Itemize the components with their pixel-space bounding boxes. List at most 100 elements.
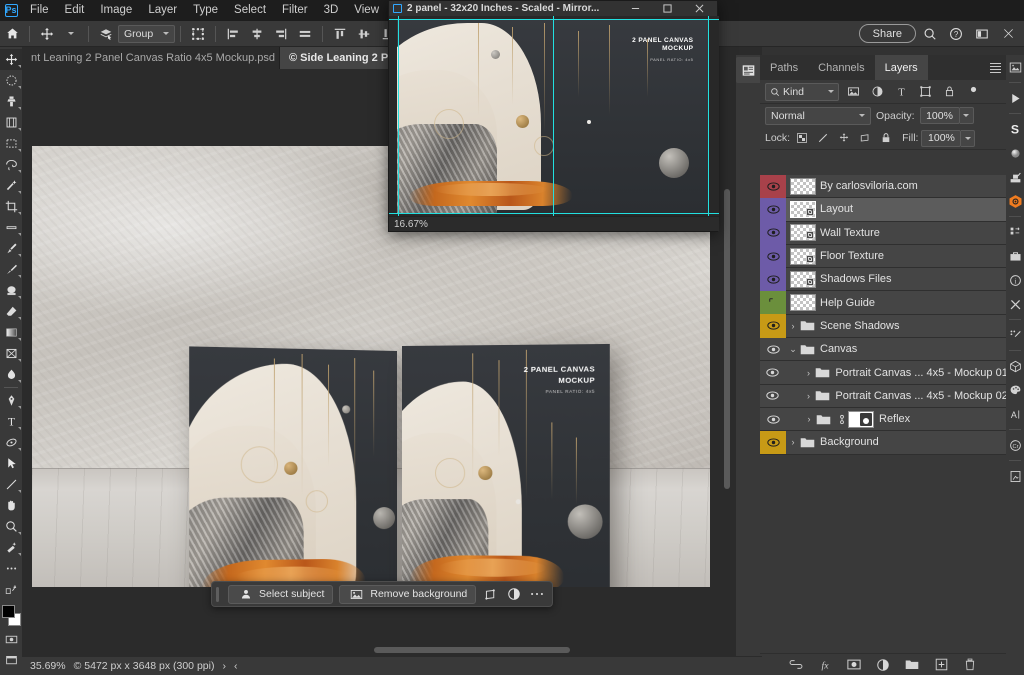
toolkit-icon[interactable] bbox=[1006, 244, 1024, 268]
layer-name[interactable]: Floor Texture bbox=[820, 250, 884, 262]
actions-play-icon[interactable] bbox=[1006, 86, 1024, 110]
lock-transparent-pixels-icon[interactable] bbox=[793, 129, 811, 147]
eraser-tool[interactable] bbox=[0, 301, 22, 322]
horizontal-type-tool[interactable]: T bbox=[0, 411, 22, 432]
drag-handle[interactable] bbox=[216, 586, 219, 602]
delete-layer-icon[interactable] bbox=[962, 657, 978, 673]
layer-name[interactable]: Layout bbox=[820, 203, 853, 215]
menu-file[interactable]: File bbox=[22, 0, 57, 21]
frame-tool[interactable] bbox=[0, 112, 22, 133]
scrollbar-thumb[interactable] bbox=[374, 647, 570, 653]
libraries-icon[interactable] bbox=[1006, 55, 1024, 79]
floating-window-canvas[interactable]: 2 PANEL CANVAS MOCKUP PANEL RATIO: 4x5 bbox=[389, 16, 719, 218]
status-next-arrow-icon[interactable]: › bbox=[222, 660, 226, 672]
sphere-3d-icon[interactable] bbox=[1006, 141, 1024, 165]
color-swatches[interactable] bbox=[0, 603, 22, 629]
tab-layers[interactable]: Layers bbox=[874, 55, 928, 80]
auto-select-dropdown[interactable]: Group bbox=[118, 24, 176, 43]
stamp-tool[interactable] bbox=[0, 280, 22, 301]
layer-row[interactable]: › Background bbox=[760, 430, 1006, 455]
layer-row[interactable]: ⌄ Canvas bbox=[760, 338, 1006, 362]
filter-smartobject-icon[interactable] bbox=[939, 82, 959, 102]
expand-group-chevron-icon[interactable]: › bbox=[802, 391, 816, 401]
tools-icon[interactable] bbox=[1006, 292, 1024, 316]
3d-cube-icon[interactable] bbox=[1006, 354, 1024, 378]
move-tool-icon[interactable] bbox=[35, 23, 59, 45]
minimize-icon[interactable] bbox=[619, 1, 651, 16]
rotate-view-tool[interactable] bbox=[0, 579, 22, 600]
menu-view[interactable]: View bbox=[346, 0, 387, 21]
expand-group-chevron-icon[interactable]: › bbox=[802, 368, 816, 378]
layer-row[interactable]: Floor Texture bbox=[760, 244, 1006, 269]
layer-name[interactable]: Reflex bbox=[879, 413, 910, 425]
canvas-panel-right[interactable]: 2 PANEL CANVAS MOCKUP PANEL RATIO: 4x5 bbox=[402, 343, 610, 587]
layer-visibility-toggle[interactable] bbox=[760, 361, 786, 384]
align-horizontal-centers-icon[interactable] bbox=[245, 23, 269, 45]
layer-visibility-toggle[interactable] bbox=[760, 267, 786, 291]
window-close-icon[interactable] bbox=[996, 22, 1020, 46]
new-layer-icon[interactable] bbox=[933, 657, 949, 673]
filter-pixel-icon[interactable] bbox=[843, 82, 863, 102]
menu-3d[interactable]: 3D bbox=[316, 0, 347, 21]
clone-stamp-tool[interactable] bbox=[0, 91, 22, 112]
canvas-horizontal-scrollbar[interactable] bbox=[22, 645, 722, 655]
layer-row[interactable]: By carlosviloria.com bbox=[760, 175, 1006, 199]
foreground-color-swatch[interactable] bbox=[2, 605, 15, 618]
menu-type[interactable]: Type bbox=[185, 0, 226, 21]
canvas-vertical-scrollbar[interactable] bbox=[722, 69, 733, 645]
layer-visibility-toggle[interactable] bbox=[760, 175, 786, 198]
select-subject-button[interactable]: Select subject bbox=[228, 584, 334, 604]
zoom-level[interactable]: 35.69% bbox=[30, 660, 66, 672]
edit-toolbar-icon[interactable] bbox=[0, 558, 22, 579]
screen-mode-icon[interactable] bbox=[0, 650, 22, 671]
layer-visibility-toggle[interactable] bbox=[760, 197, 786, 222]
layer-visibility-toggle[interactable] bbox=[760, 221, 786, 245]
layer-thumbnail[interactable] bbox=[786, 198, 820, 221]
direct-selection-tool[interactable] bbox=[0, 453, 22, 474]
brush-tool-2[interactable] bbox=[0, 259, 22, 280]
path-selection-tool[interactable] bbox=[0, 432, 22, 453]
expand-group-chevron-icon[interactable]: › bbox=[786, 321, 800, 331]
remove-background-button[interactable]: Remove background bbox=[339, 584, 477, 604]
layer-visibility-toggle[interactable] bbox=[760, 430, 786, 455]
link-layers-icon[interactable] bbox=[788, 657, 804, 673]
layer-name[interactable]: Portrait Canvas ... 4x5 - Mockup 02 bbox=[835, 390, 1006, 402]
guide-vertical[interactable] bbox=[398, 16, 399, 218]
floating-window-title-bar[interactable]: 2 panel - 32x20 Inches - Scaled - Mirror… bbox=[389, 1, 717, 16]
rectangular-marquee-tool[interactable] bbox=[0, 70, 22, 91]
menu-edit[interactable]: Edit bbox=[57, 0, 93, 21]
layer-thumbnail[interactable] bbox=[786, 221, 820, 244]
move-tool-options-caret-icon[interactable] bbox=[59, 23, 83, 45]
color-palette-icon[interactable] bbox=[1006, 378, 1024, 402]
fill-slider-caret-icon[interactable] bbox=[961, 129, 976, 147]
move-tool[interactable] bbox=[0, 49, 22, 70]
batch-icon[interactable] bbox=[1006, 220, 1024, 244]
menu-select[interactable]: Select bbox=[226, 0, 274, 21]
layer-thumbnail[interactable] bbox=[786, 268, 820, 291]
filter-adjustment-icon[interactable] bbox=[867, 82, 887, 102]
workspace-switcher-icon[interactable] bbox=[970, 22, 994, 46]
layer-name[interactable]: Canvas bbox=[820, 343, 857, 355]
canvas-panel-left[interactable] bbox=[189, 346, 397, 587]
layer-row[interactable]: Shadows Files bbox=[760, 267, 1006, 292]
document-tab-1[interactable]: nt Leaning 2 Panel Canvas Ratio 4x5 Mock… bbox=[22, 47, 280, 69]
creative-cloud-icon[interactable]: Cr bbox=[1006, 433, 1024, 457]
home-icon[interactable] bbox=[0, 23, 24, 45]
layer-row[interactable]: › Scene Shadows bbox=[760, 314, 1006, 339]
layer-row[interactable]: Help Guide bbox=[760, 290, 1006, 315]
layer-thumbnail[interactable] bbox=[786, 175, 820, 198]
layer-row[interactable]: › Reflex bbox=[760, 407, 1006, 432]
panel-menu-icon[interactable] bbox=[984, 55, 1006, 80]
lock-all-icon[interactable] bbox=[877, 129, 895, 147]
layer-visibility-toggle[interactable] bbox=[760, 384, 786, 407]
layer-row[interactable]: › Portrait Canvas ... 4x5 - Mockup 02 bbox=[760, 384, 1006, 408]
guide-vertical[interactable] bbox=[708, 16, 709, 218]
align-right-edges-icon[interactable] bbox=[269, 23, 293, 45]
layer-visibility-toggle[interactable] bbox=[760, 407, 786, 430]
guide-horizontal[interactable] bbox=[389, 19, 719, 20]
layer-visibility-toggle[interactable] bbox=[760, 244, 786, 268]
properties-panel-icon[interactable] bbox=[736, 57, 760, 83]
orange-cube-plugin-icon[interactable] bbox=[1006, 189, 1024, 213]
robot-plugin-icon[interactable] bbox=[1006, 165, 1024, 189]
help-icon[interactable]: ? bbox=[944, 22, 968, 46]
